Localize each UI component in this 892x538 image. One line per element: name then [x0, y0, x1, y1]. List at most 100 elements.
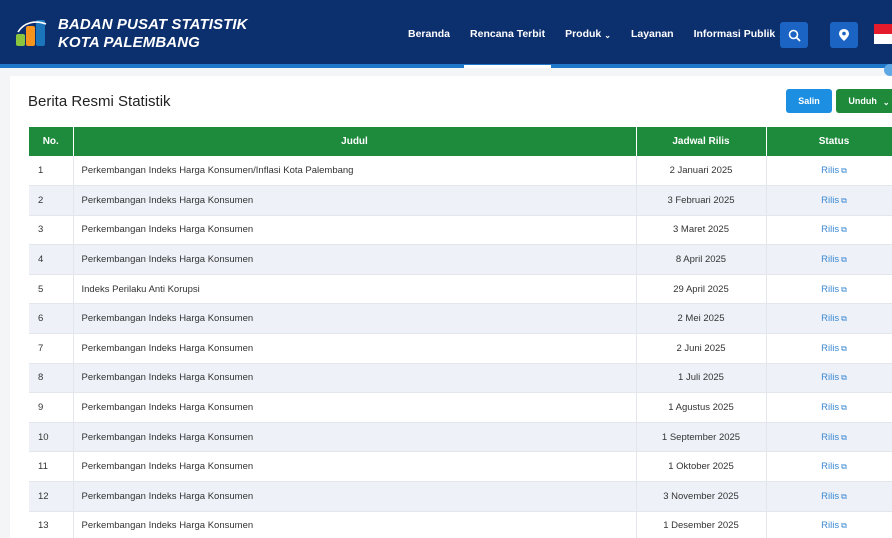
- cell-judul: Perkembangan Indeks Harga Konsumen: [73, 185, 637, 216]
- cell-status: Rilis ⧉: [766, 392, 892, 423]
- cell-status: Rilis ⧉: [766, 303, 892, 335]
- cell-jadwal-rilis: 3 Maret 2025: [636, 215, 767, 246]
- col-header-judul[interactable]: Judul: [73, 127, 637, 156]
- cell-judul: Indeks Perilaku Anti Korupsi: [73, 274, 637, 305]
- cell-status: Rilis ⧉: [766, 333, 892, 364]
- cell-no: 10: [29, 422, 74, 453]
- status-link[interactable]: Rilis: [821, 372, 839, 383]
- brand-line-2: KOTA PALEMBANG: [58, 34, 200, 51]
- cell-jadwal-rilis: 1 Oktober 2025: [636, 451, 767, 483]
- nav-rencana-terbit-label: Rencana Terbit: [470, 28, 546, 40]
- status-link[interactable]: Rilis: [821, 313, 839, 324]
- cell-no: 13: [29, 511, 74, 538]
- cell-jadwal-rilis: 1 Agustus 2025: [636, 392, 767, 423]
- external-link-icon: ⧉: [841, 225, 847, 235]
- external-link-icon: ⧉: [841, 166, 847, 176]
- cell-jadwal-rilis: 2 Juni 2025: [636, 333, 767, 364]
- table-row: 6 Perkembangan Indeks Harga Konsumen 2 Mei…: [29, 303, 892, 335]
- table-row: 9 Perkembangan Indeks Harga Konsumen 1 Agu…: [29, 392, 892, 423]
- cell-status: Rilis ⧉: [766, 244, 892, 275]
- external-link-icon: ⧉: [841, 491, 847, 501]
- status-link[interactable]: Rilis: [821, 432, 839, 443]
- indonesia-flag-icon[interactable]: [874, 24, 892, 44]
- status-link[interactable]: Rilis: [821, 343, 839, 354]
- status-link[interactable]: Rilis: [821, 491, 839, 502]
- external-link-icon: ⧉: [841, 403, 847, 413]
- cell-status: Rilis ⧉: [766, 422, 892, 453]
- cell-status: Rilis ⧉: [766, 185, 892, 216]
- status-link[interactable]: Rilis: [821, 195, 839, 206]
- cell-no: 6: [29, 303, 74, 335]
- page: BADAN PUSAT STATISTIK KOTA PALEMBANG Ber…: [0, 0, 892, 538]
- status-link[interactable]: Rilis: [821, 520, 839, 531]
- chevron-down-icon: ⌄: [882, 97, 890, 107]
- status-link[interactable]: Rilis: [821, 402, 839, 413]
- cell-judul: Perkembangan Indeks Harga Konsumen: [73, 215, 637, 246]
- cell-no: 11: [29, 451, 74, 483]
- table-row: 4 Perkembangan Indeks Harga Konsumen 8 Apr…: [29, 244, 892, 275]
- cell-judul: Perkembangan Indeks Harga Konsumen/Infla…: [73, 156, 637, 187]
- cell-status: Rilis ⧉: [766, 451, 892, 483]
- status-link[interactable]: Rilis: [821, 165, 839, 176]
- cell-judul: Perkembangan Indeks Harga Konsumen: [73, 363, 637, 394]
- map-pin-icon: [839, 29, 849, 41]
- bps-logo-icon[interactable]: [14, 18, 50, 50]
- external-link-icon: ⧉: [841, 195, 847, 205]
- brand-title[interactable]: BADAN PUSAT STATISTIK KOTA PALEMBANG: [58, 16, 248, 52]
- cell-judul: Perkembangan Indeks Harga Konsumen: [73, 333, 637, 364]
- cell-no: 9: [29, 392, 74, 423]
- table-header-row: No. Judul Jadwal Rilis Status: [29, 127, 892, 156]
- cell-no: 4: [29, 244, 74, 275]
- external-link-icon: ⧉: [841, 314, 847, 324]
- main-nav: Beranda Rencana Terbit Produk ⌄ Layanan I…: [408, 0, 805, 68]
- status-link[interactable]: Rilis: [821, 254, 839, 265]
- table-row: 5 Indeks Perilaku Anti Korupsi 29 April 20…: [29, 274, 892, 305]
- location-button[interactable]: [830, 22, 858, 48]
- cell-judul: Perkembangan Indeks Harga Konsumen: [73, 422, 637, 453]
- cell-no: 12: [29, 481, 74, 512]
- nav-layanan[interactable]: Layanan: [631, 0, 674, 68]
- schedule-table: No. Judul Jadwal Rilis Status 1 Perkemban…: [29, 127, 892, 538]
- external-link-icon: ⧉: [841, 255, 847, 265]
- cell-jadwal-rilis: 3 Februari 2025: [636, 185, 767, 216]
- nav-produk[interactable]: Produk ⌄: [565, 0, 611, 68]
- cell-status: Rilis ⧉: [766, 511, 892, 538]
- col-header-status[interactable]: Status: [766, 127, 892, 156]
- table-row: 2 Perkembangan Indeks Harga Konsumen 3 Feb…: [29, 185, 892, 216]
- external-link-icon: ⧉: [841, 521, 847, 531]
- search-icon: [788, 29, 801, 42]
- cell-jadwal-rilis: 1 September 2025: [636, 422, 767, 453]
- external-link-icon: ⧉: [841, 343, 847, 353]
- copy-button[interactable]: Salin: [786, 89, 832, 113]
- nav-beranda[interactable]: Beranda: [408, 0, 450, 68]
- search-button[interactable]: [780, 22, 808, 48]
- cell-judul: Perkembangan Indeks Harga Konsumen: [73, 451, 637, 483]
- col-header-no[interactable]: No.: [29, 127, 74, 156]
- nav-layanan-label: Layanan: [630, 28, 674, 40]
- nav-rencana-terbit[interactable]: Rencana Terbit: [464, 0, 552, 68]
- cell-no: 7: [29, 333, 74, 364]
- col-header-jadwal-rilis[interactable]: Jadwal Rilis: [636, 127, 767, 156]
- page-title: Berita Resmi Statistik: [28, 93, 171, 110]
- cell-jadwal-rilis: 1 Juli 2025: [636, 363, 767, 394]
- table-row: 7 Perkembangan Indeks Harga Konsumen 2 Jun…: [29, 333, 892, 364]
- cell-status: Rilis ⧉: [766, 481, 892, 512]
- site-header: BADAN PUSAT STATISTIK KOTA PALEMBANG Ber…: [0, 0, 892, 68]
- scroll-indicator[interactable]: [884, 64, 892, 76]
- table-row: 10 Perkembangan Indeks Harga Konsumen 1 Se…: [29, 422, 892, 453]
- external-link-icon: ⧉: [841, 462, 847, 472]
- table-row: 8 Perkembangan Indeks Harga Konsumen 1 Jul…: [29, 363, 892, 394]
- cell-jadwal-rilis: 29 April 2025: [636, 274, 767, 305]
- status-link[interactable]: Rilis: [821, 224, 839, 235]
- download-button[interactable]: Unduh ⌄: [836, 89, 892, 113]
- download-label: Unduh: [848, 96, 877, 106]
- nav-informasi-publik[interactable]: Informasi Publik⌄: [694, 0, 785, 68]
- cell-no: 8: [29, 363, 74, 394]
- nav-beranda-label: Beranda: [408, 28, 451, 40]
- status-link[interactable]: Rilis: [821, 461, 839, 472]
- external-link-icon: ⧉: [841, 284, 847, 294]
- status-link[interactable]: Rilis: [821, 284, 839, 295]
- table-row: 3 Perkembangan Indeks Harga Konsumen 3 Mar…: [29, 215, 892, 246]
- cell-jadwal-rilis: 8 April 2025: [636, 244, 767, 275]
- cell-judul: Perkembangan Indeks Harga Konsumen: [73, 392, 637, 423]
